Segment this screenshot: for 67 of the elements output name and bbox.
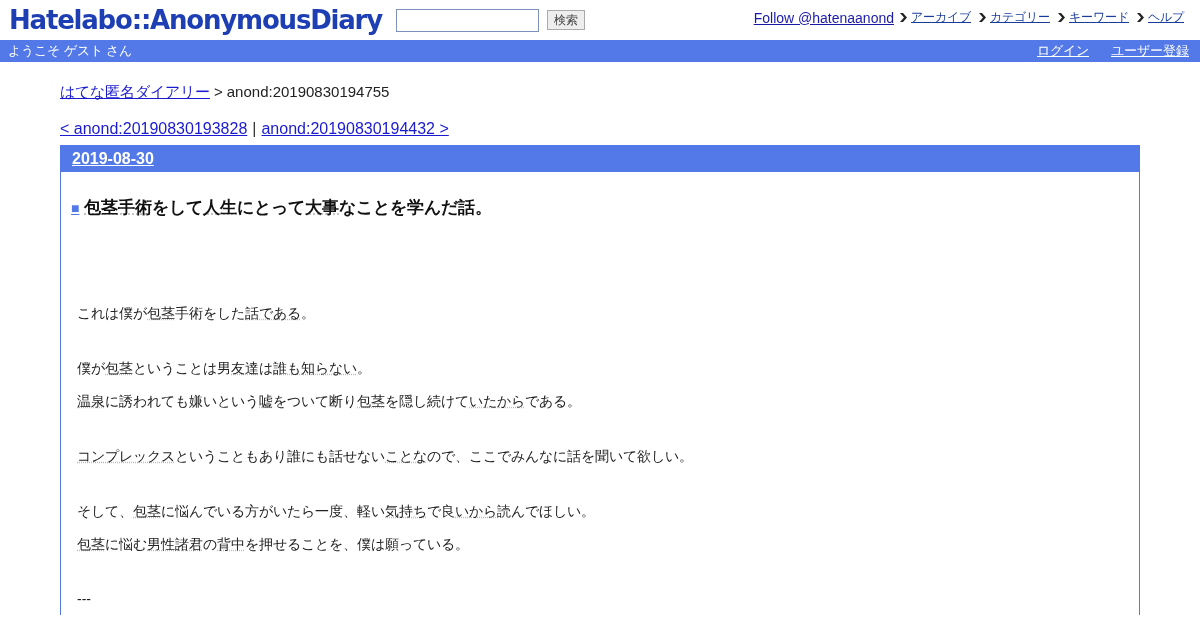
arrow-icon bbox=[1137, 13, 1144, 22]
keyword-link[interactable]: 話である bbox=[245, 297, 301, 330]
site-logo[interactable]: Hatelabo::AnonymousDiary bbox=[9, 5, 382, 35]
keyword-link[interactable]: 包茎 bbox=[77, 528, 105, 561]
keyword-link[interactable]: 大事 bbox=[305, 196, 340, 219]
body-text: を隠し続けて bbox=[385, 392, 469, 411]
search-button[interactable]: 検索 bbox=[547, 10, 585, 30]
keyword-link[interactable]: 包茎 bbox=[147, 297, 175, 330]
body-text: これは僕が bbox=[77, 304, 147, 323]
nav-link[interactable]: キーワード bbox=[1069, 9, 1129, 26]
body-text: 。 bbox=[357, 359, 371, 378]
keyword-link[interactable]: 背中 bbox=[217, 528, 245, 561]
keyword-link[interactable]: 包茎 bbox=[133, 495, 161, 528]
keyword-link[interactable]: 包茎 bbox=[357, 385, 385, 418]
keyword-link[interactable]: 気持ち bbox=[385, 495, 427, 528]
keyword-link[interactable]: 誰も知らない bbox=[273, 352, 357, 385]
body-text: ということもあり誰にも話せない bbox=[175, 447, 385, 466]
entry-title: なことを学んだ話。 bbox=[339, 197, 493, 219]
body-text: をついて断り bbox=[273, 392, 357, 411]
nav-link[interactable]: ヘルプ bbox=[1148, 9, 1184, 26]
keyword-link[interactable]: 人生 bbox=[203, 196, 238, 219]
account-link[interactable]: ユーザー登録 bbox=[1111, 42, 1189, 60]
body-text: ということは男 bbox=[133, 359, 231, 378]
nav-separator: | bbox=[252, 120, 257, 138]
entry-title: をして bbox=[152, 197, 204, 219]
keyword-link[interactable]: いから bbox=[455, 495, 497, 528]
entry-title: にとって bbox=[237, 197, 306, 219]
body-text: --- bbox=[77, 590, 91, 609]
permalink-mark[interactable]: ■ bbox=[71, 200, 80, 216]
next-entry-link[interactable]: anond:20190830194432 > bbox=[261, 120, 449, 138]
body-text: に悩んでいる方がいたら一度、軽い bbox=[161, 502, 385, 521]
breadcrumb-separator: > bbox=[214, 83, 223, 102]
keyword-link[interactable]: コンプレックス bbox=[77, 440, 175, 473]
breadcrumb-current: anond:20190830194755 bbox=[226, 83, 390, 102]
keyword-link[interactable]: ことな bbox=[385, 440, 427, 473]
search-field[interactable] bbox=[396, 8, 539, 32]
keyword-link[interactable]: 温泉 bbox=[77, 385, 105, 418]
keyword-link[interactable]: 嘘 bbox=[259, 385, 273, 418]
body-text: そして、 bbox=[77, 502, 133, 521]
arrow-icon bbox=[979, 13, 986, 22]
breadcrumb-link[interactable]: はてな匿名ダイアリー bbox=[60, 83, 210, 102]
body-text: 手術をした bbox=[175, 304, 245, 323]
body-text: を押せることを、僕は願っている。 bbox=[245, 535, 469, 554]
previous-entry-link[interactable]: < anond:20190830193828 bbox=[60, 120, 248, 138]
body-text: は bbox=[259, 359, 273, 378]
keyword-link[interactable]: 男性諸君 bbox=[147, 528, 203, 561]
keyword-link[interactable]: 包茎 bbox=[105, 352, 133, 385]
follow-link[interactable]: Follow @hatenaanond bbox=[753, 9, 894, 26]
body-text: に誘われても嫌いという bbox=[105, 392, 259, 411]
body-text: 。 bbox=[301, 304, 315, 323]
body-text: 読んでほしい。 bbox=[497, 502, 595, 521]
body-text: 僕が bbox=[77, 359, 105, 378]
body-text: の bbox=[203, 535, 217, 554]
nav-link[interactable]: アーカイブ bbox=[911, 9, 971, 26]
body-text: で良 bbox=[427, 502, 455, 521]
nav-link[interactable]: カテゴリー bbox=[990, 9, 1050, 26]
account-link[interactable]: ログイン bbox=[1037, 42, 1089, 60]
greeting-text: ようこそ ゲスト さん bbox=[8, 42, 133, 60]
keyword-link[interactable]: 友達 bbox=[231, 352, 259, 385]
body-text: に悩む bbox=[105, 535, 147, 554]
keyword-link[interactable]: 包茎手術 bbox=[84, 196, 153, 219]
entry-date-link[interactable]: 2019-08-30 bbox=[72, 150, 154, 168]
body-text: ので、ここでみんなに話を聞いて欲しい。 bbox=[427, 447, 693, 466]
body-text: である。 bbox=[525, 392, 581, 411]
arrow-icon bbox=[900, 13, 907, 22]
arrow-icon bbox=[1058, 13, 1065, 22]
keyword-link[interactable]: いたから bbox=[469, 385, 525, 418]
